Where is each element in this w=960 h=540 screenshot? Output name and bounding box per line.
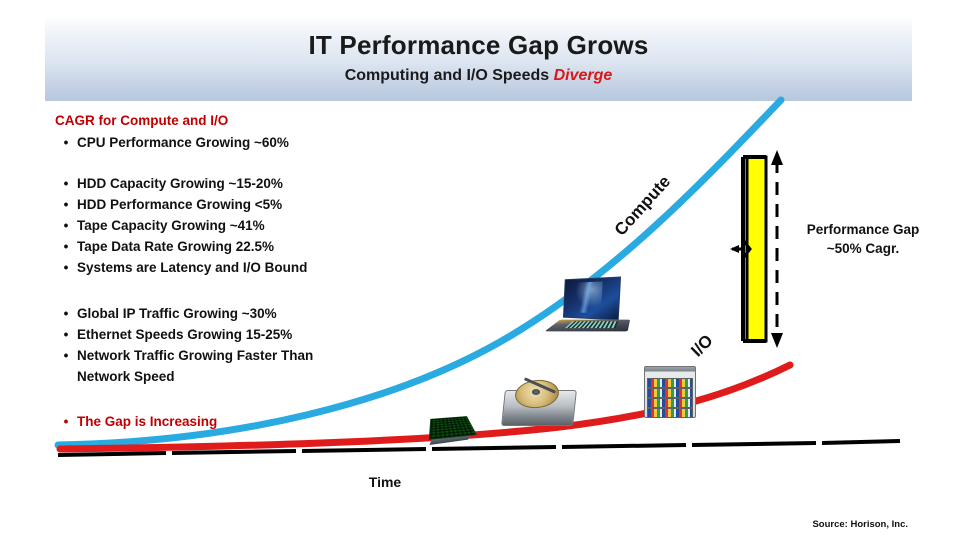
laptop-keyboard <box>564 321 619 329</box>
laptop-image <box>544 276 631 338</box>
bullet-marker: • <box>63 348 69 363</box>
bullet-marker: • <box>63 197 69 212</box>
gap-arrow-down-head <box>771 333 783 348</box>
bullet-label: Systems are Latency and I/O Bound <box>77 260 308 275</box>
laptop-screen <box>562 276 622 321</box>
tape-cartridge-row <box>647 408 693 418</box>
slide-canvas: IT Performance Gap Grows Computing and I… <box>0 0 960 540</box>
bullet-label: Network Traffic Growing Faster Than <box>77 348 314 363</box>
tape-library-image <box>644 366 696 418</box>
bullet-label: The Gap is Increasing <box>77 414 218 429</box>
gap-annotation-line1: Performance Gap <box>806 222 920 237</box>
bullet-label: HDD Capacity Growing ~15-20% <box>77 176 283 191</box>
bullet-marker: • <box>63 327 69 342</box>
cpu-chip-top <box>428 416 477 440</box>
list-item: • Ethernet Speeds Growing 15-25% <box>55 324 385 345</box>
bullet-label: Tape Data Rate Growing 22.5% <box>77 239 275 254</box>
list-item: • The Gap is Increasing <box>55 411 385 432</box>
bullet-label: HDD Performance Growing <5% <box>77 197 283 212</box>
cpu-chip-image <box>428 408 477 448</box>
cagr-text-block: CAGR for Compute and I/O • CPU Performan… <box>55 110 385 153</box>
x-axis-label: Time <box>368 474 402 490</box>
cagr-heading: CAGR for Compute and I/O <box>55 113 229 128</box>
bullet-marker: • <box>63 306 69 321</box>
hard-disk-drive-image <box>501 377 577 430</box>
network-text-block: • Global IP Traffic Growing ~30% • Ether… <box>55 303 385 387</box>
hdd-spindle <box>532 389 540 395</box>
gap-bracket-arrowhead <box>730 245 739 253</box>
list-item: • CPU Performance Growing ~60% <box>55 132 385 153</box>
bullet-label: Ethernet Speeds Growing 15-25% <box>77 327 293 342</box>
list-item: • Global IP Traffic Growing ~30% <box>55 303 385 324</box>
bullet-label: CPU Performance Growing ~60% <box>77 135 289 150</box>
list-item: • Network Traffic Growing Faster Than <box>55 345 385 366</box>
bullet-label: Tape Capacity Growing ~41% <box>77 218 265 233</box>
storage-text-block: • HDD Capacity Growing ~15-20% • HDD Per… <box>55 173 385 278</box>
tape-cartridge-row <box>647 398 693 408</box>
bullet-label: Global IP Traffic Growing ~30% <box>77 306 277 321</box>
list-item: • Tape Capacity Growing ~41% <box>55 215 385 236</box>
conclusion-text-block: • The Gap is Increasing <box>55 411 385 432</box>
gap-arrow-up-head <box>771 150 783 165</box>
list-item: • HDD Performance Growing <5% <box>55 194 385 215</box>
tape-cartridge-row <box>647 378 693 388</box>
gap-annotation-line2: ~50% Cagr. <box>826 241 900 256</box>
list-item: • Systems are Latency and I/O Bound <box>55 257 385 278</box>
list-item: • Tape Data Rate Growing 22.5% <box>55 236 385 257</box>
list-item: • HDD Capacity Growing ~15-20% <box>55 173 385 194</box>
bullet-marker: • <box>63 135 69 150</box>
bullet-marker: • <box>63 239 69 254</box>
bullet-label: Network Speed <box>77 369 175 384</box>
bullet-marker: • <box>63 176 69 191</box>
performance-gap-annotation: Performance Gap ~50% Cagr. <box>788 220 938 258</box>
tape-cartridge-row <box>647 388 693 398</box>
list-item: Network Speed <box>55 366 385 387</box>
source-note: Source: Horison, Inc. <box>812 519 908 530</box>
bullet-marker: • <box>63 414 69 429</box>
bullet-marker: • <box>63 218 69 233</box>
bullet-marker: • <box>63 260 69 275</box>
